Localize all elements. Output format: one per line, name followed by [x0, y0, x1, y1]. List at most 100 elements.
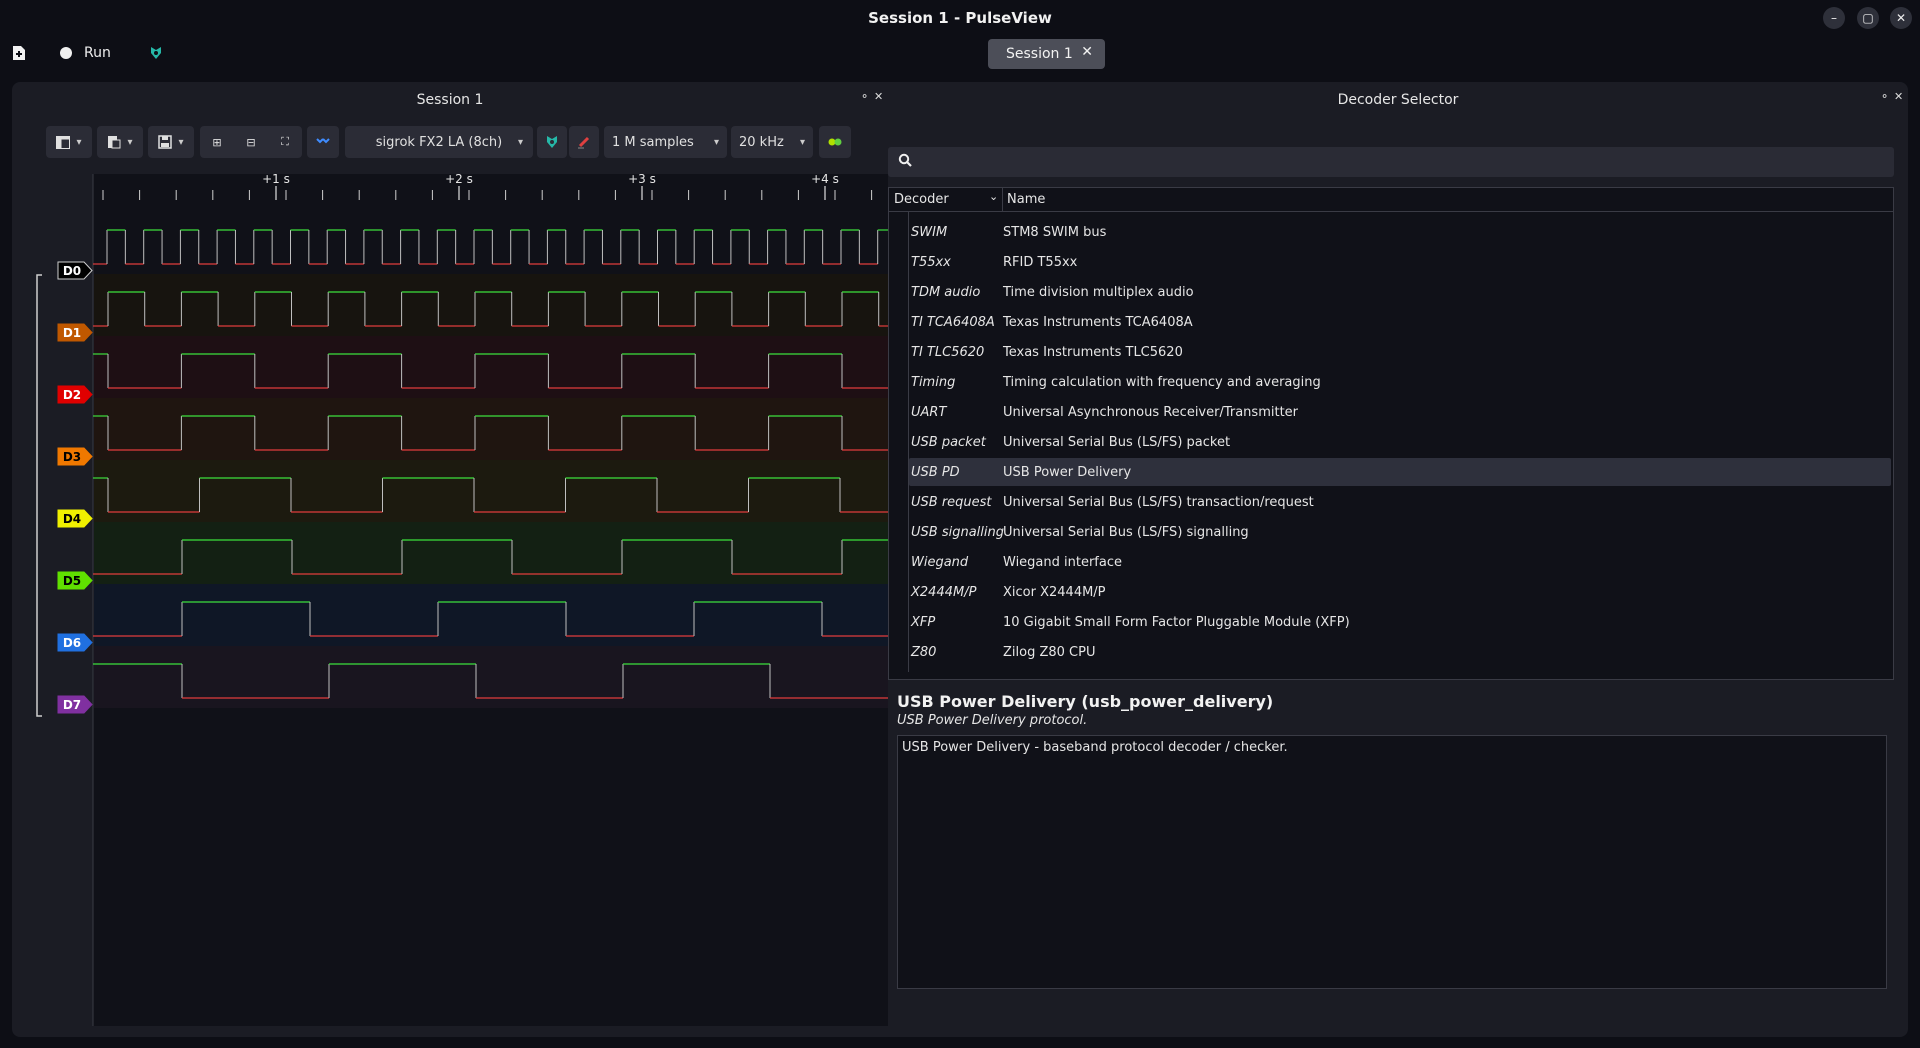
channel-name: D1: [63, 326, 81, 340]
decoder-name: Texas Instruments TCA6408A: [1003, 314, 1193, 330]
decoder-name: Universal Serial Bus (LS/FS) transaction…: [1003, 494, 1314, 510]
decoder-id: USB request: [911, 494, 992, 510]
decoder-row[interactable]: TI TCA6408A Texas Instruments TCA6408A: [909, 308, 1891, 336]
channel-label-d3[interactable]: D3: [57, 447, 93, 466]
decoder-id: Z80: [911, 644, 937, 660]
decoder-id: TI TLC5620: [911, 344, 985, 360]
window-title: Session 1 - PulseView: [868, 9, 1052, 27]
channel-lane: [94, 212, 888, 274]
close-pane-icon[interactable]: ✕: [1894, 90, 1903, 103]
close-tab-icon[interactable]: ✕: [1081, 44, 1093, 60]
decoder-name: Universal Asynchronous Receiver/Transmit…: [1003, 404, 1299, 420]
new-document-icon: [13, 46, 25, 60]
waveform-view[interactable]: +1 s +2 s +3 s +4 s D0 D1 D2 D3 D4 D5 D6 D7: [12, 82, 888, 1037]
channel-lane: [94, 646, 888, 708]
channel-name: D5: [63, 574, 81, 588]
close-icon: ✕: [1895, 11, 1907, 25]
decoder-row[interactable]: USB request Universal Serial Bus (LS/FS) …: [909, 488, 1891, 516]
decoder-search[interactable]: [888, 147, 1894, 177]
sort-chevron-icon: ⌄: [989, 190, 999, 203]
float-pane-icon[interactable]: ⚬: [1880, 90, 1889, 103]
decoder-id: Timing: [911, 374, 956, 390]
decoder-row[interactable]: Timing Timing calculation with frequency …: [909, 368, 1891, 396]
search-icon: [898, 153, 912, 167]
decoder-row[interactable]: TI TLC5620 Texas Instruments TLC5620: [909, 338, 1891, 366]
decoder-add-button[interactable]: [148, 42, 164, 64]
channel-lane: [94, 522, 888, 584]
new-session-button[interactable]: [12, 42, 26, 64]
session-pane: Session 1 ⚬ ✕ ▾ ▾ ▾ ⊞ ⊟ ⛶ sigrok FX2 LA …: [12, 82, 888, 1037]
decoder-name: STM8 SWIM bus: [1003, 224, 1107, 240]
decoder-row[interactable]: X2444M/P Xicor X2444M/P: [909, 578, 1891, 606]
decoder-id: USB signalling: [911, 524, 1004, 540]
decoder-name: Time division multiplex audio: [1003, 284, 1194, 300]
search-input[interactable]: [920, 151, 1880, 173]
channel-name: D0: [63, 264, 81, 278]
channel-label-d0[interactable]: D0: [57, 261, 93, 280]
decoder-description: USB Power Delivery - baseband protocol d…: [902, 740, 1288, 755]
decoder-id: TDM audio: [911, 284, 981, 300]
channel-label-d1[interactable]: D1: [57, 323, 93, 342]
decoder-name: Timing calculation with frequency and av…: [1003, 374, 1321, 390]
decoder-name: 10 Gigabit Small Form Factor Pluggable M…: [1003, 614, 1350, 630]
decoder-pane-title: Decoder Selector: [1337, 92, 1459, 108]
tab-label: Session 1: [1006, 46, 1073, 62]
decoder-name: Universal Serial Bus (LS/FS) packet: [1003, 434, 1231, 450]
minimize-button[interactable]: –: [1823, 7, 1845, 29]
ruler-label: +2 s: [445, 172, 473, 186]
channel-label-d6[interactable]: D6: [57, 633, 93, 652]
ruler-label: +1 s: [262, 172, 290, 186]
run-label: Run: [84, 45, 111, 61]
decoder-name: Wiegand interface: [1003, 554, 1122, 570]
channel-label-d2[interactable]: D2: [57, 385, 93, 404]
decoder-name: RFID T55xx: [1003, 254, 1078, 270]
decoder-id: X2444M/P: [911, 584, 977, 600]
decoder-id: SWIM: [911, 224, 948, 240]
decoder-id: T55xx: [911, 254, 951, 270]
decoder-detail-subtitle: USB Power Delivery protocol.: [897, 713, 1088, 728]
run-button[interactable]: Run: [60, 42, 111, 64]
minimize-icon: –: [1831, 11, 1837, 25]
main-toolbar: Run: [0, 36, 1920, 70]
channel-name: D4: [63, 512, 81, 526]
maximize-button[interactable]: ▢: [1857, 7, 1879, 29]
decoder-icon: [151, 47, 161, 59]
decoder-list: Decoder ⌄ Name SWIM STM8 SWIM bus T55xx RFI…: [888, 187, 1894, 680]
title-bar: Session 1 - PulseView – ▢ ✕: [0, 0, 1920, 36]
decoder-id: TI TCA6408A: [911, 314, 995, 330]
close-window-button[interactable]: ✕: [1890, 7, 1912, 29]
ruler-label: +4 s: [811, 172, 839, 186]
decoder-row[interactable]: Z80 Zilog Z80 CPU: [909, 638, 1891, 666]
channel-name: D2: [63, 388, 81, 402]
decoder-id: USB packet: [911, 434, 986, 450]
decoder-description-box: USB Power Delivery - baseband protocol d…: [897, 735, 1887, 989]
decoder-row[interactable]: USB signalling Universal Serial Bus (LS/F…: [909, 518, 1891, 546]
decoder-name: Universal Serial Bus (LS/FS) signalling: [1003, 524, 1249, 540]
channel-group-bracket: [36, 274, 42, 717]
tree-line: [908, 212, 909, 672]
channel-name: D3: [63, 450, 81, 464]
decoder-row[interactable]: T55xx RFID T55xx: [909, 248, 1891, 276]
channel-label-d4[interactable]: D4: [57, 509, 93, 528]
decoder-detail-title: USB Power Delivery (usb_power_delivery): [897, 692, 1274, 711]
list-header: Decoder ⌄ Name: [889, 188, 1893, 212]
run-icon: [60, 47, 72, 59]
decoder-row[interactable]: UART Universal Asynchronous Receiver/Tran…: [909, 398, 1891, 426]
channel-label-d5[interactable]: D5: [57, 571, 93, 590]
column-header-decoder[interactable]: Decoder: [894, 192, 949, 207]
channel-name: D7: [63, 698, 81, 712]
decoder-row[interactable]: SWIM STM8 SWIM bus: [909, 218, 1891, 246]
decoder-id: XFP: [911, 614, 936, 630]
decoder-row[interactable]: Wiegand Wiegand interface: [909, 548, 1891, 576]
decoder-row[interactable]: XFP 10 Gigabit Small Form Factor Pluggabl…: [909, 608, 1891, 636]
tab-session-1[interactable]: Session 1 ✕: [988, 39, 1105, 69]
decoder-name: Texas Instruments TLC5620: [1003, 344, 1183, 360]
decoder-name: USB Power Delivery: [1003, 464, 1132, 480]
decoder-id: Wiegand: [911, 554, 969, 570]
decoder-row[interactable]: TDM audio Time division multiplex audio: [909, 278, 1891, 306]
column-header-name[interactable]: Name: [1007, 192, 1045, 207]
channel-label-d7[interactable]: D7: [57, 695, 93, 714]
channel-name: D6: [63, 636, 81, 650]
decoder-row[interactable]: USB PD USB Power Delivery: [909, 458, 1891, 486]
decoder-row[interactable]: USB packet Universal Serial Bus (LS/FS) p…: [909, 428, 1891, 456]
